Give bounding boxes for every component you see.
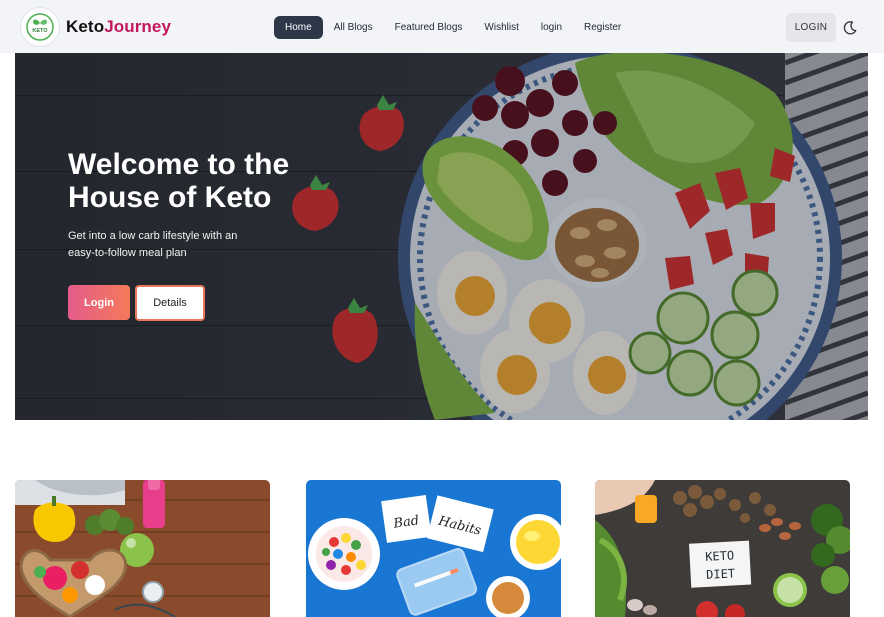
navbar: KETO KetoJourney Home All Blogs Featured… bbox=[0, 0, 884, 53]
brand-part-2: Journey bbox=[104, 17, 172, 36]
hero-details-button[interactable]: Details bbox=[135, 285, 205, 321]
hero-banner: Welcome to the House of Keto Get into a … bbox=[15, 53, 868, 420]
blog-card-1[interactable] bbox=[15, 480, 270, 617]
bad-habits-notes-image: Bad Habits bbox=[306, 480, 561, 617]
nav-all-blogs[interactable]: All Blogs bbox=[323, 16, 384, 39]
nav-register[interactable]: Register bbox=[573, 16, 632, 39]
nav-links: Home All Blogs Featured Blogs Wishlist l… bbox=[274, 16, 632, 39]
note-keto-text: KETO bbox=[705, 548, 735, 563]
keto-diet-ingredients-image: KETO DIET bbox=[595, 480, 850, 617]
moon-icon[interactable] bbox=[842, 20, 858, 36]
brand-name[interactable]: KetoJourney bbox=[66, 17, 171, 37]
keto-logo-icon: KETO bbox=[26, 13, 54, 41]
hero-title: Welcome to the House of Keto bbox=[68, 148, 368, 214]
logo[interactable]: KETO bbox=[20, 7, 60, 47]
hero-title-line-1: Welcome to the bbox=[68, 148, 290, 181]
svg-text:KETO: KETO bbox=[32, 28, 48, 34]
brand-part-1: Keto bbox=[66, 17, 105, 36]
hero-title-line-2: House of Keto bbox=[68, 181, 272, 214]
hero-subtitle-line-1: Get into a low carb lifestyle with an bbox=[68, 230, 238, 242]
nav-login[interactable]: login bbox=[530, 16, 573, 39]
blog-card-2[interactable]: Bad Habits bbox=[306, 480, 561, 617]
hero-subtitle: Get into a low carb lifestyle with an ea… bbox=[68, 228, 258, 262]
hero-login-button[interactable]: Login bbox=[68, 285, 130, 320]
note-diet-text: DIET bbox=[706, 566, 736, 581]
nav-home[interactable]: Home bbox=[274, 16, 323, 39]
healthy-food-heart-plate-image bbox=[15, 480, 270, 617]
hero-subtitle-line-2: easy-to-follow meal plan bbox=[68, 247, 187, 259]
blog-card-3[interactable]: KETO DIET bbox=[595, 480, 850, 617]
navbar-login-button[interactable]: LOGIN bbox=[786, 13, 836, 42]
nav-wishlist[interactable]: Wishlist bbox=[473, 16, 529, 39]
nav-featured-blogs[interactable]: Featured Blogs bbox=[384, 16, 474, 39]
